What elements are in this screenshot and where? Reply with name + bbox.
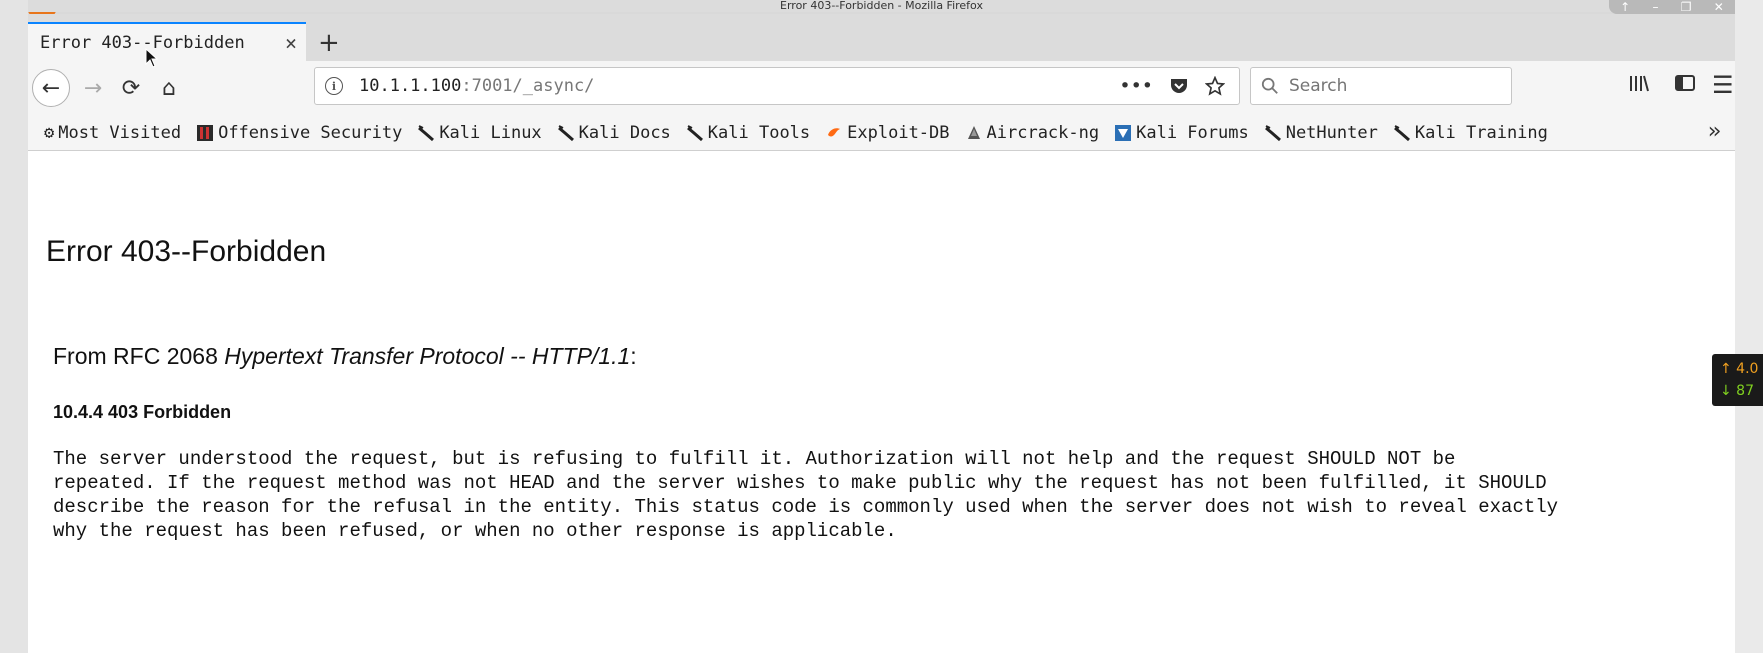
bookmark-label: Kali Forums	[1136, 122, 1249, 143]
gear-icon: ⚙	[44, 122, 55, 143]
rfc-suffix: :	[630, 343, 637, 369]
url-bar[interactable]: i 10.1.1.100:7001/_async/ •••	[314, 67, 1240, 105]
tab-close-icon[interactable]: ×	[276, 31, 306, 55]
download-rate: ↓ 87	[1720, 383, 1754, 399]
toolbar-icons	[1628, 73, 1696, 93]
navigation-toolbar: ← → ⟳ ⌂ i 10.1.1.100:7001/_async/ ••• ☰	[28, 61, 1735, 115]
kali-dragon-icon	[418, 124, 435, 141]
page-title: Error 403--Forbidden	[46, 235, 327, 268]
page-content: Error 403--Forbidden From RFC 2068 Hyper…	[28, 151, 1735, 653]
offsec-icon	[197, 124, 214, 141]
bookmark-kali-training[interactable]: Kali Training	[1393, 123, 1548, 143]
bookmark-label: Kali Docs	[578, 122, 671, 143]
kali-dragon-icon	[557, 124, 574, 141]
bookmark-label: Offensive Security	[218, 122, 403, 143]
bookmarks-overflow-icon[interactable]: »	[1708, 119, 1721, 144]
desktop-background-left	[0, 0, 28, 653]
bookmark-label: Aircrack-ng	[986, 122, 1100, 143]
kali-forums-icon	[1115, 124, 1132, 141]
page-actions-icon[interactable]: •••	[1119, 75, 1153, 97]
network-monitor-widget: ↑ 4.0 ↓ 87	[1712, 354, 1763, 406]
search-icon	[1261, 77, 1278, 94]
window-titlebar: Error 403--Forbidden - Mozilla Firefox ↑…	[28, 0, 1735, 14]
kali-dragon-icon	[1393, 124, 1410, 141]
bookmarks-toolbar: ⚙ Most Visited Offensive Security Kali L…	[28, 115, 1735, 151]
reload-button[interactable]: ⟳	[112, 69, 150, 107]
bookmark-label: Kali Tools	[707, 122, 811, 143]
search-box[interactable]	[1250, 67, 1512, 105]
bookmark-kali-forums[interactable]: Kali Forums	[1114, 123, 1249, 143]
window-up-icon[interactable]: ↑	[1620, 1, 1630, 13]
hamburger-menu-icon[interactable]: ☰	[1712, 71, 1734, 99]
bookmark-most-visited[interactable]: ⚙ Most Visited	[44, 123, 181, 143]
rfc-title: Hypertext Transfer Protocol -- HTTP/1.1	[224, 343, 631, 369]
mouse-cursor-icon	[145, 48, 159, 68]
bookmark-label: Kali Linux	[439, 122, 542, 143]
back-button[interactable]: ←	[32, 69, 70, 107]
library-icon[interactable]	[1628, 73, 1650, 93]
bookmark-label: NetHunter	[1285, 122, 1378, 143]
search-input[interactable]	[1287, 75, 1491, 97]
site-info-icon[interactable]: i	[325, 77, 343, 95]
new-tab-button[interactable]: +	[318, 30, 340, 56]
tab-active[interactable]: Error 403--Forbidden ×	[28, 22, 306, 61]
tab-bar: Error 403--Forbidden × +	[28, 14, 1735, 61]
bookmark-aircrack-ng[interactable]: Aircrack-ng	[965, 122, 1100, 143]
bookmark-label: Exploit-DB	[847, 122, 950, 143]
bookmark-label: Kali Training	[1414, 122, 1548, 143]
window-title: Error 403--Forbidden - Mozilla Firefox	[780, 0, 983, 12]
rfc-prefix: From RFC 2068	[53, 343, 225, 369]
bookmark-kali-linux[interactable]: Kali Linux	[417, 122, 542, 143]
reload-icon: ⟳	[121, 75, 141, 101]
url-path: :7001/_async/	[461, 76, 595, 96]
window-close-icon[interactable]: ✕	[1714, 1, 1724, 13]
window-maximize-icon[interactable]: ❐	[1681, 1, 1692, 13]
home-icon: ⌂	[162, 75, 176, 101]
forward-arrow-icon: →	[83, 75, 103, 101]
rfc-reference: From RFC 2068 Hypertext Transfer Protoco…	[53, 343, 637, 370]
bookmark-nethunter[interactable]: NetHunter	[1264, 123, 1378, 143]
url-field[interactable]: 10.1.1.100:7001/_async/	[359, 76, 1119, 96]
error-description: The server understood the request, but i…	[53, 448, 1559, 542]
home-button[interactable]: ⌂	[150, 69, 188, 107]
pocket-icon[interactable]	[1169, 77, 1189, 95]
back-arrow-icon: ←	[41, 75, 61, 101]
kali-dragon-icon	[1264, 124, 1281, 141]
window-minimize-icon[interactable]: –	[1652, 1, 1658, 13]
exploitdb-icon	[828, 127, 841, 136]
upload-rate: ↑ 4.0	[1720, 361, 1759, 377]
forward-button[interactable]: →	[74, 69, 112, 107]
kali-dragon-icon	[686, 124, 703, 141]
window-controls: ↑ – ❐ ✕	[1609, 0, 1735, 14]
bookmark-star-icon[interactable]	[1205, 76, 1225, 96]
sidebar-icon[interactable]	[1674, 73, 1696, 93]
bookmark-offensive-security[interactable]: Offensive Security	[196, 123, 402, 143]
aircrack-icon	[967, 125, 980, 139]
url-actions: •••	[1119, 75, 1225, 97]
bookmark-kali-docs[interactable]: Kali Docs	[557, 123, 671, 143]
bookmark-label: Most Visited	[58, 122, 182, 143]
bookmark-exploit-db[interactable]: Exploit-DB	[825, 122, 950, 143]
url-host: 10.1.1.100	[359, 76, 462, 96]
desktop-background-right	[1735, 0, 1763, 653]
bookmark-kali-tools[interactable]: Kali Tools	[686, 123, 810, 143]
section-heading: 10.4.4 403 Forbidden	[53, 402, 232, 422]
